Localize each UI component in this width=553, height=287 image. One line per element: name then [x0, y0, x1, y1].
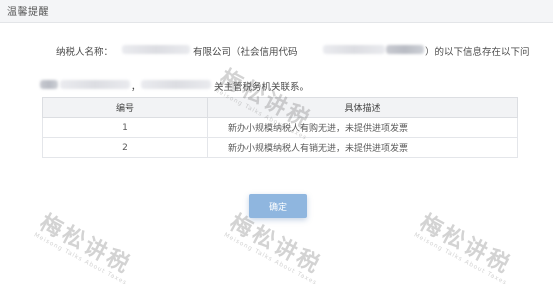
table-row: 2 新办小规模纳税人有销无进，未提供进项发票 [42, 137, 518, 158]
column-header-number: 编号 [42, 97, 208, 118]
redacted-credit-code-tail [386, 45, 424, 54]
message-line2-separator: ， [131, 82, 141, 93]
table-row: 1 新办小规模纳税人有购无进，未提供进项发票 [42, 117, 518, 138]
redacted-line2-start [40, 80, 58, 89]
table-header-row: 编号 具体描述 [42, 97, 518, 118]
redacted-line2-middle [60, 80, 130, 89]
taxpayer-name-label: 纳税人名称： [56, 47, 114, 58]
company-fragment: 有限公司（社会信用代码 [193, 47, 298, 58]
row-description: 新办小规模纳税人有销无进，未提供进项发票 [207, 137, 518, 158]
row-number: 1 [42, 117, 208, 138]
row-description: 新办小规模纳税人有购无进，未提供进项发票 [207, 117, 518, 138]
row-number: 2 [42, 137, 208, 158]
message-tail-line2: 关主管税务机关联系。 [214, 82, 310, 93]
redacted-line2-end [141, 80, 211, 89]
dialog-title-bar: 温馨提醒 [0, 0, 553, 23]
column-header-description: 具体描述 [207, 97, 518, 118]
issue-table: 编号 具体描述 1 新办小规模纳税人有购无进，未提供进项发票 2 新办小规模纳税… [42, 97, 518, 158]
reminder-dialog: 温馨提醒 纳税人名称： 有限公司（社会信用代码 ）的以下信息存在以下问 ， 关主… [0, 0, 553, 278]
message-tail-line1: ）的以下信息存在以下问 [425, 47, 530, 58]
dialog-title: 温馨提醒 [7, 7, 49, 18]
redacted-taxpayer-name [122, 45, 190, 54]
ok-button[interactable]: 确定 [249, 194, 307, 218]
redacted-credit-code [323, 45, 385, 54]
